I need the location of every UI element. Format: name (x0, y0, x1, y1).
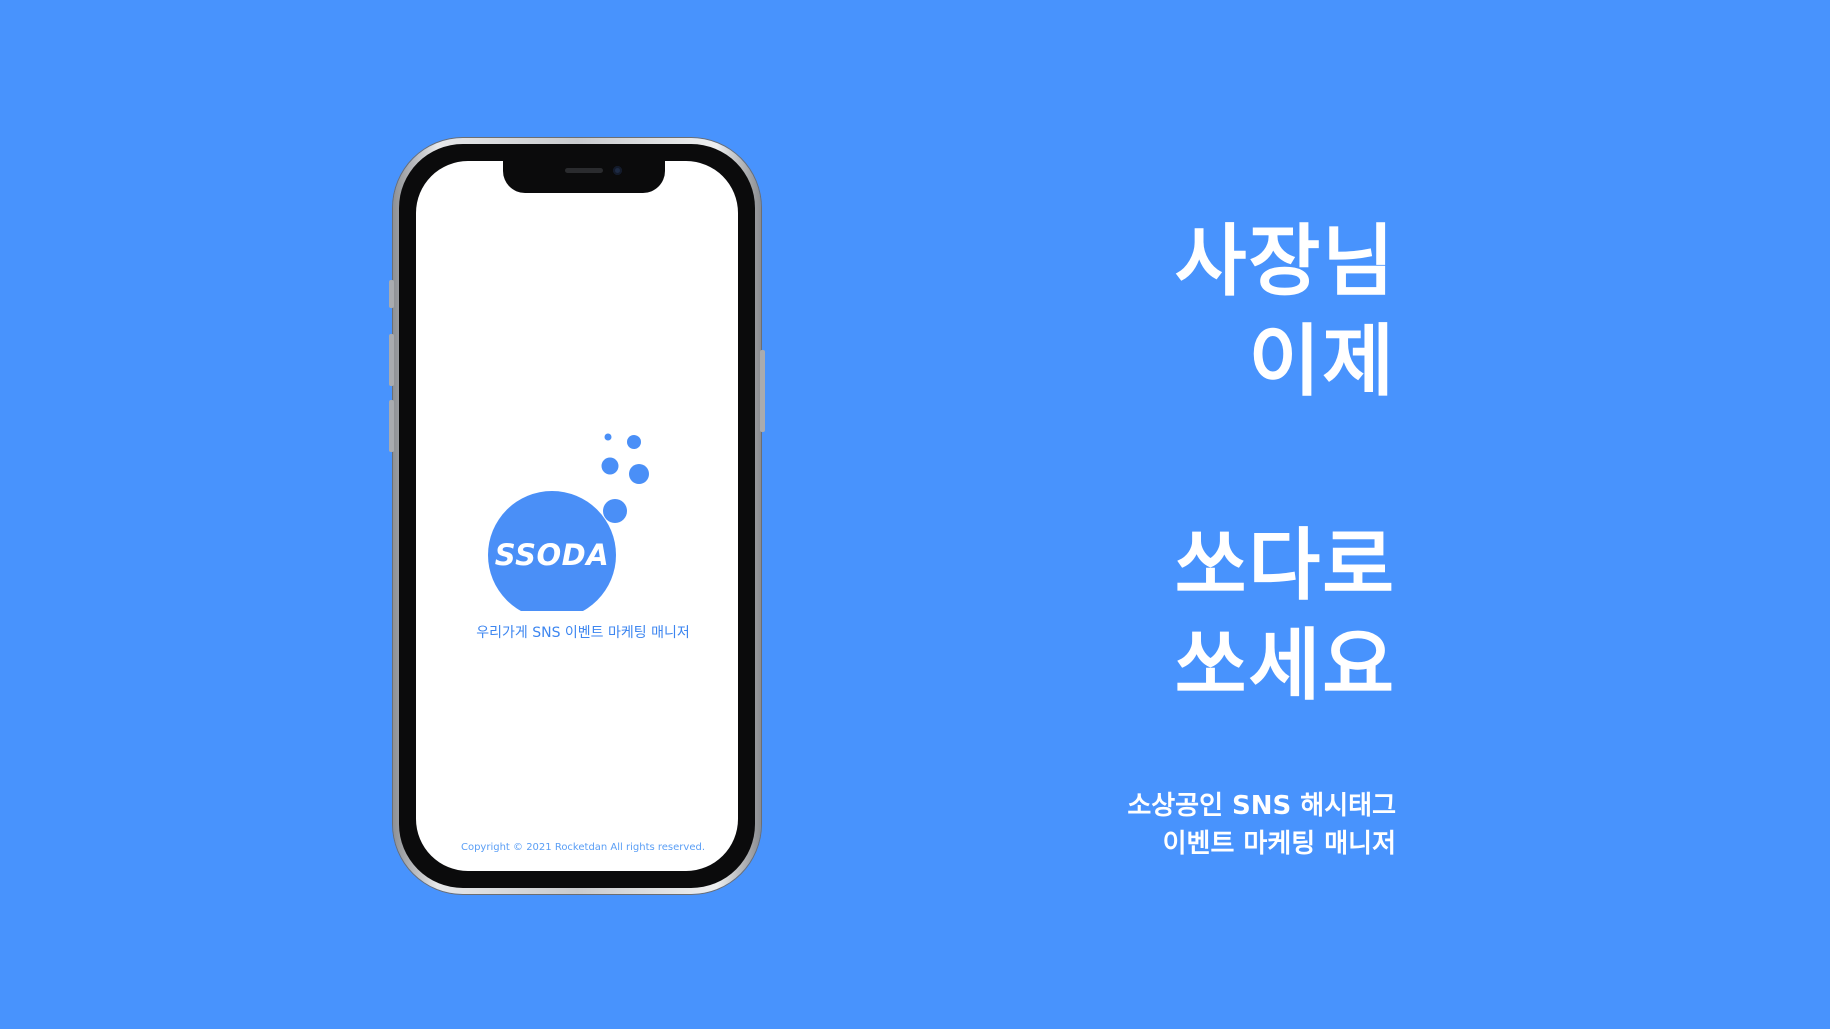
volume-down-button (389, 400, 394, 452)
headline-bottom: 쏘다로 쏘세요 (1175, 516, 1396, 716)
headline-top: 사장님 이제 (1175, 212, 1396, 412)
subtitle: 소상공인 SNS 해시태그 이벤트 마케팅 매니저 (1127, 787, 1396, 863)
headline-line-1: 사장님 (1174, 217, 1396, 307)
logo-wordmark: SSODA (495, 538, 609, 572)
volume-up-button (389, 334, 394, 386)
headline-line-3: 쏘다로 (1174, 521, 1396, 611)
headline-line-2: 이제 (1248, 317, 1396, 407)
app-tagline: 우리가게 SNS 이벤트 마케팅 매니저 (476, 625, 690, 641)
phone-mockup: SSODA 우리가게 SNS 이벤트 마케팅 매니저 Copyright © 2… (389, 138, 765, 894)
subtitle-line-2: 이벤트 마케팅 매니저 (1162, 829, 1396, 859)
subtitle-line-1: 소상공인 SNS 해시태그 (1127, 791, 1396, 821)
headline-line-4: 쏘세요 (1174, 621, 1396, 711)
ssoda-logo-icon: SSODA (488, 433, 649, 611)
ssoda-logo: SSODA (416, 161, 738, 871)
mute-switch (389, 280, 394, 308)
splash-screen: SSODA 우리가게 SNS 이벤트 마케팅 매니저 Copyright © 2… (416, 161, 738, 871)
promo-banner: SSODA 우리가게 SNS 이벤트 마케팅 매니저 Copyright © 2… (0, 0, 1830, 1029)
copyright-text: Copyright © 2021 Rocketdan All rights re… (460, 842, 706, 853)
phone-bezel: SSODA 우리가게 SNS 이벤트 마케팅 매니저 Copyright © 2… (399, 144, 755, 888)
power-button (760, 350, 765, 432)
